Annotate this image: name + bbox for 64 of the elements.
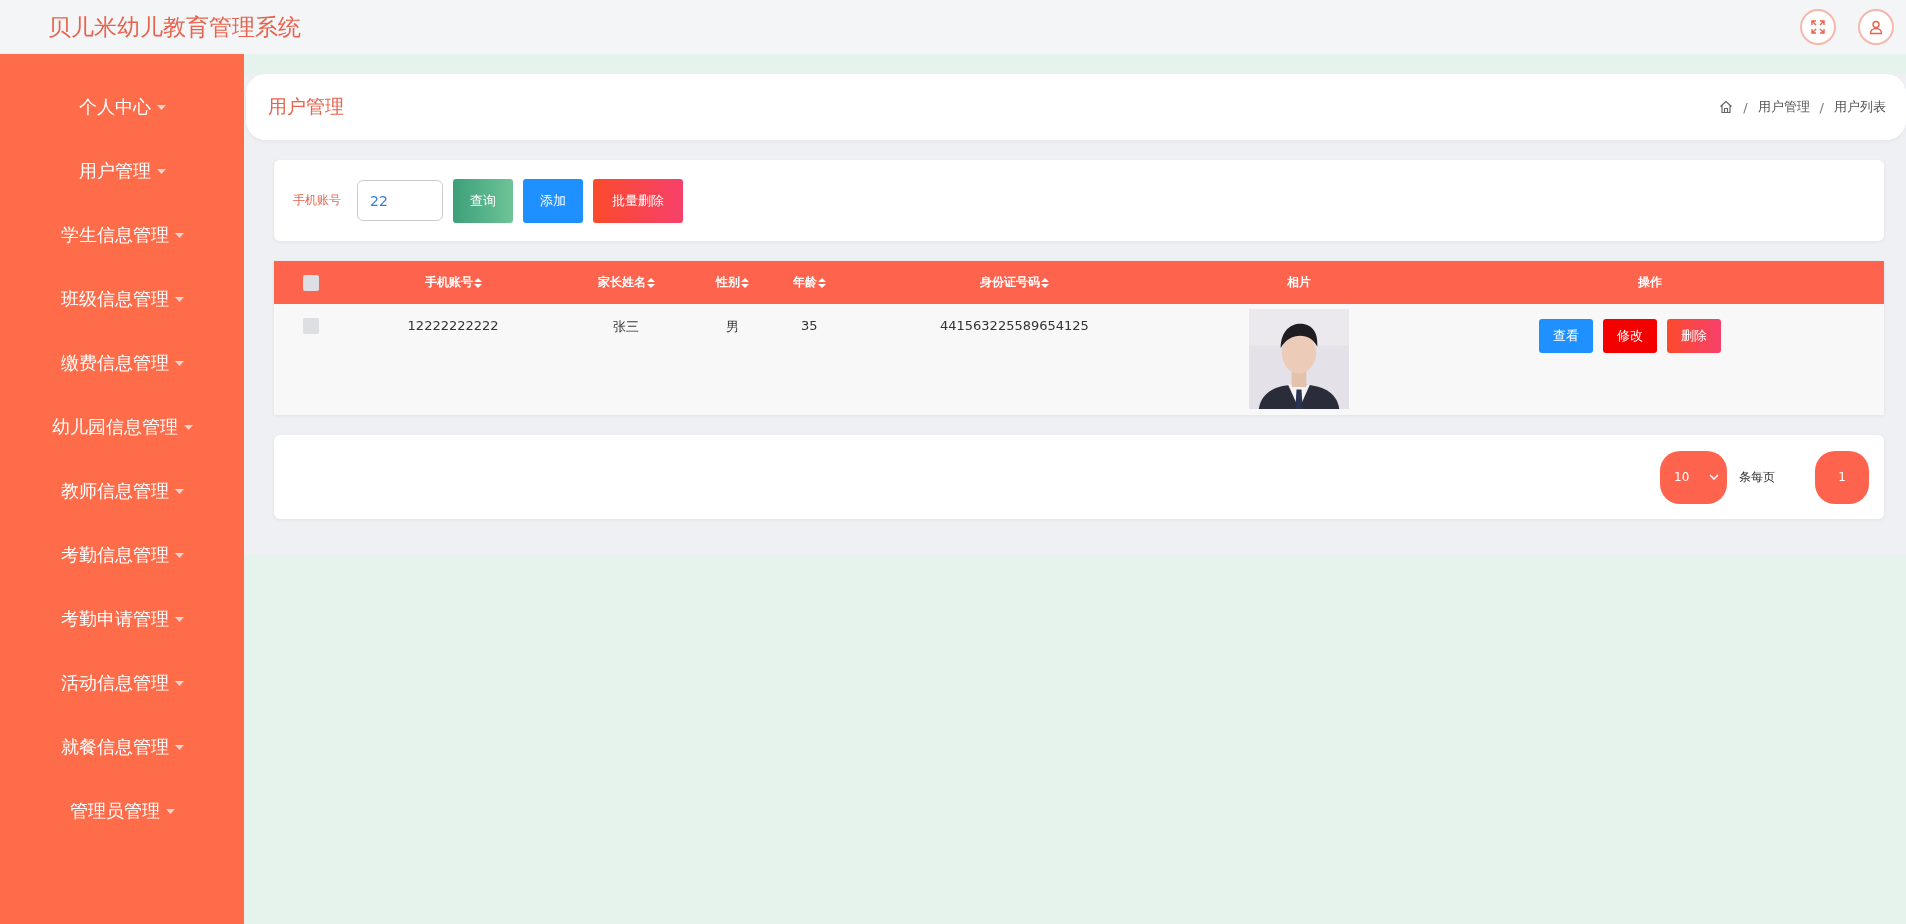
sort-icon[interactable]: [1040, 277, 1049, 288]
sidebar-item[interactable]: 考勤申请管理: [0, 587, 244, 651]
column-header[interactable]: 操作: [1638, 274, 1663, 291]
sort-icon[interactable]: [740, 277, 749, 288]
delete-button[interactable]: 批量删除: [593, 178, 683, 223]
caret-icon: [174, 296, 184, 302]
sidebar-item[interactable]: 用户管理: [0, 139, 244, 203]
page-title: 用户管理: [268, 94, 344, 119]
table-cell: 35: [801, 318, 818, 333]
column-header[interactable]: 年龄: [792, 274, 826, 291]
caret-icon: [174, 680, 184, 686]
column-header[interactable]: 手机账号: [424, 274, 482, 291]
column-header[interactable]: 家长姓名: [597, 274, 655, 291]
caret-icon: [174, 744, 184, 750]
checkbox[interactable]: [303, 274, 319, 291]
sidebar-item[interactable]: 学生信息管理: [0, 203, 244, 267]
caret-icon: [165, 808, 175, 814]
caret-icon: [174, 552, 184, 558]
caret-icon: [174, 360, 184, 366]
breadcrumb-link[interactable]: 用户列表: [1834, 98, 1886, 116]
sidebar-item[interactable]: 就餐信息管理: [0, 715, 244, 779]
sidebar-item[interactable]: 幼儿园信息管理: [0, 395, 244, 459]
sidebar-item[interactable]: 教师信息管理: [0, 459, 244, 523]
sidebar-item[interactable]: 班级信息管理: [0, 267, 244, 331]
sidebar-item[interactable]: 管理员管理: [0, 779, 244, 843]
caret-icon: [156, 104, 166, 110]
sidebar-item[interactable]: 个人中心: [0, 75, 244, 139]
breadcrumb-link[interactable]: 用户管理: [1757, 98, 1810, 116]
caret-icon: [174, 616, 184, 622]
caret-icon: [156, 168, 166, 174]
sidebar-item[interactable]: 缴费信息管理: [0, 331, 244, 395]
caret-icon: [183, 424, 193, 430]
edit-button[interactable]: 修改: [1603, 319, 1658, 353]
input-field[interactable]: 22: [357, 180, 443, 221]
per-page-label: 条每页: [1739, 468, 1775, 486]
table-cell: 441563225589654125: [940, 318, 1089, 333]
page-size-select[interactable]: 10: [1660, 450, 1727, 504]
checkbox[interactable]: [303, 318, 319, 334]
sort-icon[interactable]: [646, 277, 655, 288]
sort-icon[interactable]: [817, 277, 826, 288]
view-button[interactable]: 查看: [1539, 319, 1594, 353]
field-label: 手机账号: [293, 192, 341, 209]
table-cell: 男: [725, 319, 739, 334]
table-cell: 张三: [613, 319, 640, 334]
user-icon[interactable]: [1858, 9, 1894, 45]
table-cell: 12222222222: [407, 318, 499, 333]
column-header[interactable]: 性别: [715, 274, 749, 291]
breadcrumb-separator: /: [1819, 99, 1824, 115]
column-header[interactable]: 身份证号码: [979, 274, 1049, 291]
breadcrumb-separator: /: [1743, 99, 1748, 115]
home-icon[interactable]: [1719, 100, 1734, 114]
delete-button[interactable]: 删除: [1667, 319, 1722, 353]
sidebar-item[interactable]: 活动信息管理: [0, 651, 244, 715]
app-title: 贝儿米幼儿教育管理系统: [48, 12, 301, 42]
fullscreen-icon[interactable]: [1800, 9, 1836, 45]
caret-icon: [174, 232, 184, 238]
sidebar-item[interactable]: 考勤信息管理: [0, 523, 244, 587]
chevron-down-icon: [1709, 474, 1719, 480]
add-button[interactable]: 添加: [523, 178, 583, 223]
caret-icon: [174, 488, 184, 494]
column-header[interactable]: 相片: [1286, 274, 1311, 291]
page-button[interactable]: 1: [1815, 450, 1869, 504]
sort-icon[interactable]: [473, 277, 482, 288]
search-button[interactable]: 查询: [453, 178, 513, 223]
